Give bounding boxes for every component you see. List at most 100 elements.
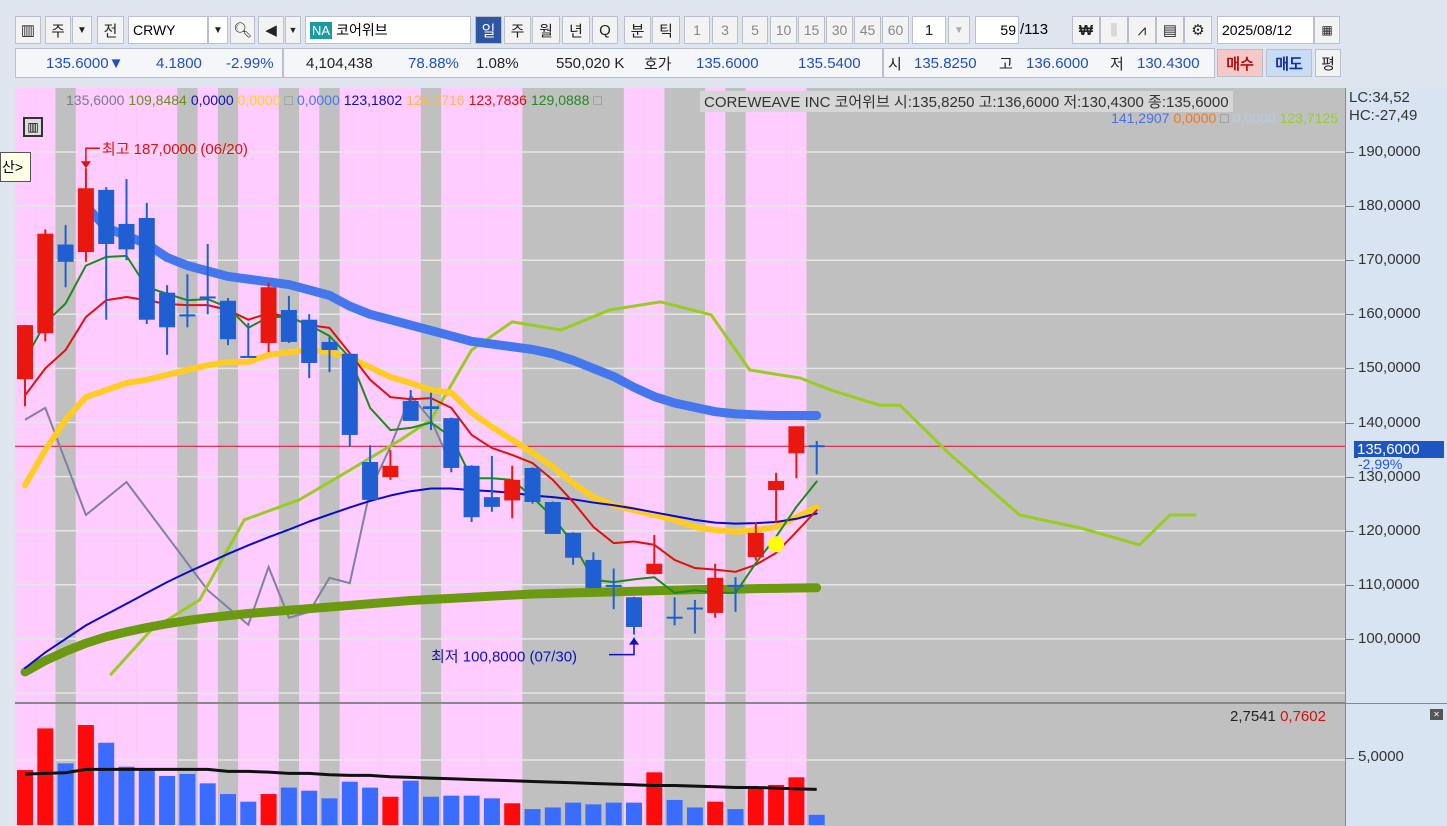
date-input[interactable]: 2025/08/12: [1217, 16, 1314, 44]
symbol-input[interactable]: CRWY: [128, 16, 208, 44]
legend-value: 123,7836: [468, 92, 527, 108]
volume-bar: [37, 728, 54, 825]
low-label: 저: [1110, 55, 1124, 73]
candle-body: [504, 479, 521, 501]
volume-axis-label: 5,0000: [1358, 748, 1404, 765]
candle-body: [57, 244, 74, 262]
volume-bar: [220, 794, 236, 825]
indicator-legend-2: 141,2907 0,0000 □ 0,0000 123,7125: [1111, 110, 1342, 126]
legend-value: 0,0000: [296, 92, 340, 108]
symbol-dropdown-icon[interactable]: ▼: [208, 16, 228, 44]
candle-body: [483, 497, 500, 507]
save-icon[interactable]: ▤: [1156, 16, 1184, 44]
low-value: 130.4300: [1137, 54, 1200, 72]
high-label: 고: [999, 55, 1013, 73]
candle-body: [666, 616, 683, 619]
volume-value: 4,104,438: [306, 54, 373, 72]
market-dropdown-icon[interactable]: ▼: [72, 16, 92, 44]
period-tab[interactable]: 월: [532, 16, 560, 44]
volume-bar: [666, 799, 683, 825]
custom-interval-input[interactable]: 1: [912, 16, 946, 44]
volume-bar: [321, 798, 338, 825]
candle-body: [301, 319, 318, 363]
stock-name-field[interactable]: NA 코어위브: [305, 16, 471, 44]
candle-body: [605, 584, 622, 587]
price-axis-tick: [1346, 422, 1354, 424]
candle-body: [17, 325, 33, 380]
volume-bar: [646, 772, 663, 825]
volume-bar: [788, 777, 805, 825]
sell-button[interactable]: 매도: [1266, 49, 1312, 77]
gear-icon[interactable]: ⚙: [1184, 16, 1212, 44]
volume-bar: [747, 787, 764, 825]
candle-body: [443, 418, 460, 468]
layout-icon[interactable]: ▥: [15, 16, 41, 44]
price-axis-tick: [1346, 152, 1354, 153]
interval-button[interactable]: 60: [882, 16, 909, 44]
speaker-icon[interactable]: ◀︎: [258, 16, 284, 44]
legend-value: 135,6000: [66, 92, 125, 108]
volume-bar: [504, 803, 521, 825]
session-stripe: [623, 88, 645, 826]
lc-value: LC:34,52: [1349, 89, 1410, 106]
interval-button[interactable]: 10: [770, 16, 797, 44]
volume-bar: [463, 795, 480, 825]
period-tab[interactable]: 틱: [652, 16, 680, 44]
maximize-pane-icon[interactable]: ✕: [1430, 709, 1443, 720]
interval-button[interactable]: 3: [712, 16, 738, 44]
hoga-label: 호가: [644, 55, 672, 73]
volume-bar: [260, 794, 277, 825]
legend-value: □: [593, 92, 602, 108]
add-candle-icon[interactable]: ⫼: [1100, 16, 1128, 44]
interval-button[interactable]: 45: [854, 16, 881, 44]
volume-bar: [707, 801, 724, 825]
average-button[interactable]: 평: [1315, 49, 1341, 77]
volume-bar: [524, 809, 541, 825]
interval-button[interactable]: 15: [798, 16, 825, 44]
volume-bar: [585, 804, 602, 825]
price-axis-tick: [1346, 368, 1354, 370]
price-axis[interactable]: LC:34,52 HC:-27,49 190,0000 180,0000 170,0…: [1345, 88, 1447, 826]
legend-value: 109,8484: [128, 92, 187, 108]
search-icon[interactable]: 🔍︎: [230, 16, 255, 44]
ohl-box: 시 135.8250 고 136.6000 저 130.4300: [883, 48, 1215, 78]
currency-won-icon[interactable]: ₩: [1072, 16, 1100, 44]
interval-button[interactable]: 30: [826, 16, 853, 44]
legend-value: 0,0000: [1173, 110, 1217, 126]
ask-price: 135.6000: [696, 54, 759, 72]
period-tab[interactable]: 일: [475, 16, 502, 44]
session-stripe: [745, 88, 766, 826]
price-chart[interactable]: 최고 187,0000 (06/20) 최저 100,8000 (07/30): [15, 88, 1345, 826]
volume-bar: [626, 802, 642, 825]
period-tab[interactable]: 분: [624, 16, 651, 44]
turnover-ratio: 1.08%: [476, 54, 519, 72]
add-line-icon[interactable]: ⩘: [1128, 16, 1156, 44]
candle-body: [565, 532, 582, 558]
interval-button[interactable]: 1: [684, 16, 710, 44]
high-annotation: 최고 187,0000 (06/20): [102, 141, 248, 158]
interval-dropdown-icon[interactable]: ▼: [948, 16, 970, 44]
buy-button[interactable]: 매수: [1217, 49, 1263, 77]
candle-body: [788, 426, 805, 454]
bid-price: 135.5400: [798, 54, 861, 72]
speaker-dropdown-icon[interactable]: ▼: [285, 16, 301, 44]
market-select[interactable]: 주: [45, 16, 71, 44]
candle-body: [37, 233, 54, 334]
current-price: 135.6000▼: [46, 54, 124, 72]
candle-body: [646, 563, 663, 574]
candle-body: [240, 355, 257, 358]
table-icon[interactable]: ▥: [23, 117, 43, 137]
all-button[interactable]: 전: [97, 16, 124, 44]
volume-bar: [544, 807, 561, 825]
interval-button[interactable]: 5: [742, 16, 768, 44]
period-tab[interactable]: 년: [562, 16, 590, 44]
volume-legend: 2,7541 0,7602: [1230, 708, 1326, 725]
candle-body: [199, 296, 216, 299]
period-tab[interactable]: 주: [504, 16, 531, 44]
volume-bar: [98, 742, 115, 825]
period-tab[interactable]: Q: [592, 16, 618, 44]
count-input[interactable]: 59: [975, 16, 1019, 44]
candle-body: [77, 188, 94, 253]
stock-name: 코어위브: [336, 22, 388, 38]
calendar-icon[interactable]: ▦: [1314, 16, 1340, 44]
